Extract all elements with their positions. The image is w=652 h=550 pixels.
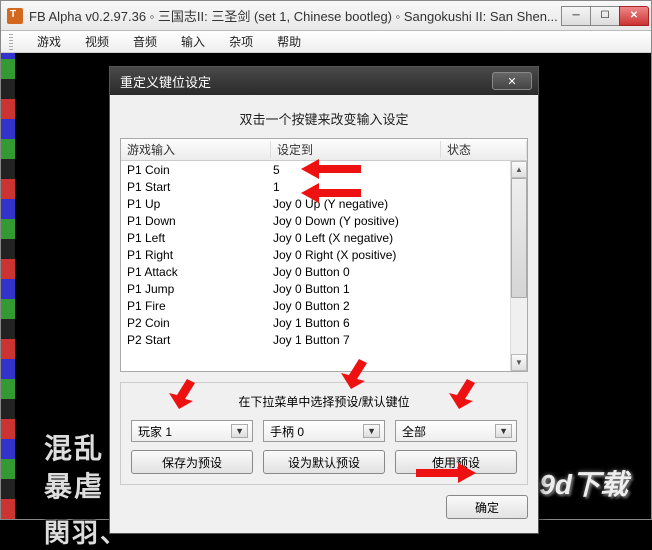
preset-title: 在下拉菜单中选择预设/默认键位 (131, 391, 517, 410)
ok-button[interactable]: 确定 (446, 495, 528, 519)
cell-input: P1 Jump (121, 282, 271, 296)
key-mapping-dialog: 重定义键位设定 ✕ 双击一个按键来改变输入设定 游戏输入 设定到 状态 P1 C… (109, 66, 539, 534)
key-mapping-table: 游戏输入 设定到 状态 P1 Coin5P1 Start1P1 UpJoy 0 … (120, 138, 528, 372)
cell-mapped: 5 (271, 163, 441, 177)
cell-input: P2 Coin (121, 316, 271, 330)
table-row[interactable]: P1 Coin5 (121, 161, 527, 178)
table-row[interactable]: P1 DownJoy 0 Down (Y positive) (121, 212, 527, 229)
preset-section: 在下拉菜单中选择预设/默认键位 玩家 1 手柄 0 全部 保存为预设 设为默认预… (120, 382, 528, 485)
cell-input: P1 Right (121, 248, 271, 262)
dialog-body: 双击一个按键来改变输入设定 游戏输入 设定到 状态 P1 Coin5P1 Sta… (110, 95, 538, 533)
cell-input: P1 Left (121, 231, 271, 245)
game-text: 暴虐 (44, 465, 104, 505)
cell-input: P1 Attack (121, 265, 271, 279)
cell-mapped: Joy 0 Left (X negative) (271, 231, 441, 245)
menu-item[interactable]: 音频 (121, 30, 169, 53)
scrollbar[interactable]: ▲ ▼ (510, 161, 527, 371)
scope-combo[interactable]: 全部 (395, 420, 517, 442)
table-row[interactable]: P1 Start1 (121, 178, 527, 195)
dialog-titlebar[interactable]: 重定义键位设定 ✕ (110, 67, 538, 95)
window-controls: ─ ☐ ✕ (562, 6, 649, 26)
window-title: FB Alpha v0.2.97.36 ◦ 三国志II: 三圣剑 (set 1,… (29, 6, 562, 25)
cell-mapped: Joy 0 Button 0 (271, 265, 441, 279)
cell-input: P1 Down (121, 214, 271, 228)
menu-item[interactable]: 帮助 (265, 30, 313, 53)
cell-input: P1 Coin (121, 163, 271, 177)
game-border-art (1, 53, 15, 519)
game-text: 混乱 (44, 427, 104, 467)
scroll-down-button[interactable]: ▼ (511, 354, 527, 371)
column-header-input[interactable]: 游戏输入 (121, 141, 271, 158)
table-row[interactable]: P2 StartJoy 1 Button 7 (121, 331, 527, 348)
cell-mapped: Joy 0 Down (Y positive) (271, 214, 441, 228)
scroll-up-button[interactable]: ▲ (511, 161, 527, 178)
menu-item[interactable]: 杂项 (217, 30, 265, 53)
cell-input: P1 Fire (121, 299, 271, 313)
cell-mapped: Joy 0 Button 2 (271, 299, 441, 313)
use-preset-button[interactable]: 使用预设 (395, 450, 517, 474)
set-default-button[interactable]: 设为默认预设 (263, 450, 385, 474)
table-row[interactable]: P1 RightJoy 0 Right (X positive) (121, 246, 527, 263)
scroll-thumb[interactable] (511, 178, 527, 298)
table-header: 游戏输入 设定到 状态 (121, 139, 527, 161)
device-combo[interactable]: 手柄 0 (263, 420, 385, 442)
cell-mapped: Joy 0 Button 1 (271, 282, 441, 296)
cell-input: P1 Up (121, 197, 271, 211)
close-button[interactable]: ✕ (619, 6, 649, 26)
cell-mapped: Joy 1 Button 7 (271, 333, 441, 347)
table-body[interactable]: P1 Coin5P1 Start1P1 UpJoy 0 Up (Y negati… (121, 161, 527, 372)
player-combo[interactable]: 玩家 1 (131, 420, 253, 442)
menu-item[interactable]: 输入 (169, 30, 217, 53)
table-row[interactable]: P1 AttackJoy 0 Button 0 (121, 263, 527, 280)
table-row[interactable]: P2 CoinJoy 1 Button 6 (121, 314, 527, 331)
menu-item[interactable]: 游戏 (25, 30, 73, 53)
cell-input: P1 Start (121, 180, 271, 194)
cell-mapped: 1 (271, 180, 441, 194)
dialog-close-button[interactable]: ✕ (492, 72, 532, 90)
cell-mapped: Joy 0 Up (Y negative) (271, 197, 441, 211)
app-icon (7, 8, 23, 24)
column-header-mapped[interactable]: 设定到 (271, 141, 441, 158)
table-row[interactable]: P1 FireJoy 0 Button 2 (121, 297, 527, 314)
dialog-instruction: 双击一个按键来改变输入设定 (120, 109, 528, 128)
column-header-status[interactable]: 状态 (441, 141, 527, 158)
table-row[interactable]: P1 JumpJoy 0 Button 1 (121, 280, 527, 297)
main-titlebar[interactable]: FB Alpha v0.2.97.36 ◦ 三国志II: 三圣剑 (set 1,… (1, 1, 651, 31)
table-row[interactable]: P1 LeftJoy 0 Left (X negative) (121, 229, 527, 246)
save-preset-button[interactable]: 保存为预设 (131, 450, 253, 474)
menubar: 游戏视频音频输入杂项帮助 (1, 31, 651, 53)
table-row[interactable]: P1 UpJoy 0 Up (Y negative) (121, 195, 527, 212)
menu-item[interactable]: 视频 (73, 30, 121, 53)
menu-grip (9, 34, 13, 50)
maximize-button[interactable]: ☐ (590, 6, 620, 26)
cell-mapped: Joy 0 Right (X positive) (271, 248, 441, 262)
main-window: FB Alpha v0.2.97.36 ◦ 三国志II: 三圣剑 (set 1,… (0, 0, 652, 520)
minimize-button[interactable]: ─ (561, 6, 591, 26)
cell-mapped: Joy 1 Button 6 (271, 316, 441, 330)
cell-input: P2 Start (121, 333, 271, 347)
dialog-title: 重定义键位设定 (120, 72, 211, 91)
